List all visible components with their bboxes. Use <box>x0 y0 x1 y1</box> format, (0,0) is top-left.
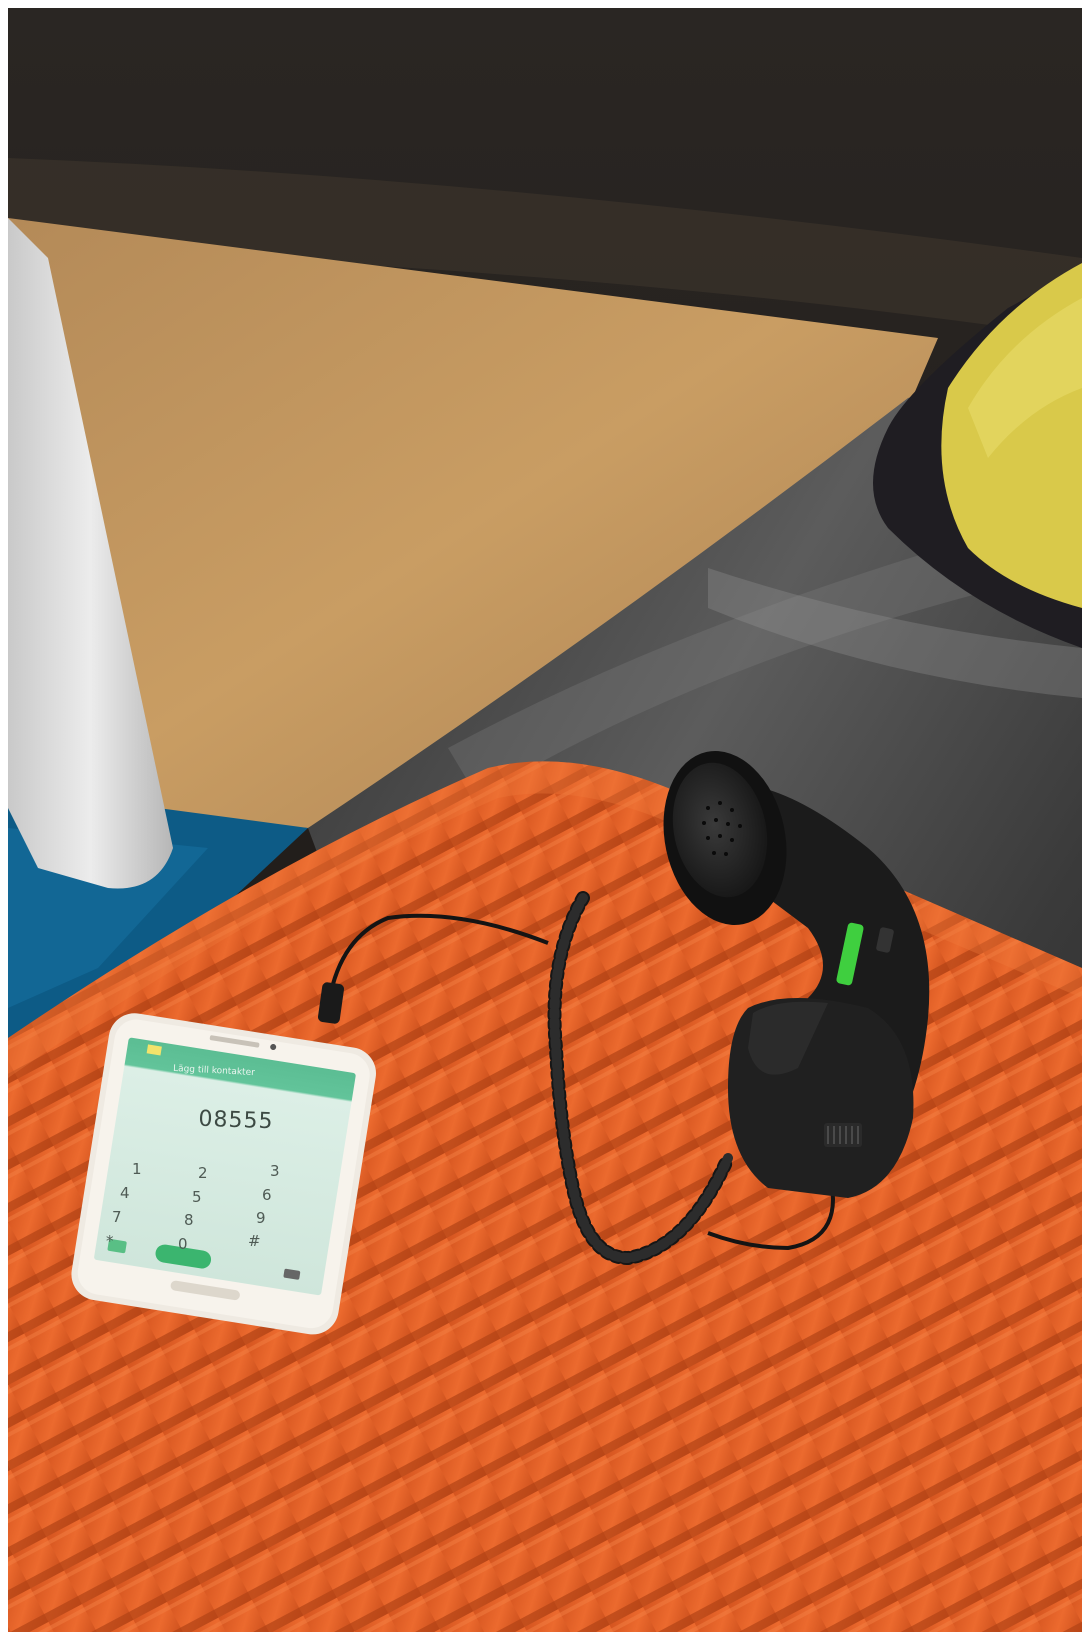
dial-key-6[interactable]: 6 <box>262 1186 272 1204</box>
dialed-number: 08555 <box>198 1106 274 1135</box>
dial-key-9[interactable]: 9 <box>256 1209 266 1227</box>
photo-illustration <box>8 8 1082 1632</box>
dial-key-5[interactable]: 5 <box>192 1188 202 1206</box>
dial-key-3[interactable]: 3 <box>270 1162 280 1180</box>
dial-key-8[interactable]: 8 <box>184 1211 194 1229</box>
dial-key-hash[interactable]: # <box>248 1232 261 1250</box>
dial-key-star[interactable]: * <box>106 1232 114 1250</box>
dial-key-0[interactable]: 0 <box>178 1235 188 1253</box>
dial-key-7[interactable]: 7 <box>112 1208 122 1226</box>
dial-key-4[interactable]: 4 <box>120 1184 130 1202</box>
dial-key-2[interactable]: 2 <box>198 1164 208 1182</box>
photo-scene: Lägg till kontakter 08555 1 2 3 4 5 6 7 … <box>8 8 1082 1632</box>
smartphone <box>71 1013 376 1335</box>
dial-key-1[interactable]: 1 <box>132 1160 142 1178</box>
